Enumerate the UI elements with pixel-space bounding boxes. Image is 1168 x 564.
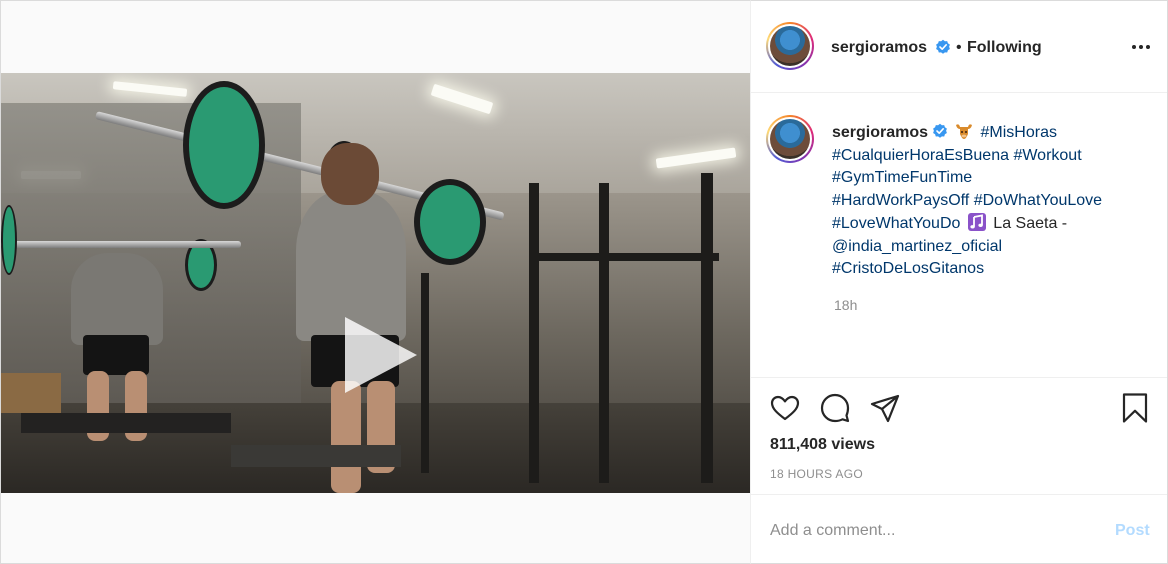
comment-box: Post: [751, 494, 1167, 564]
video-scene-plate: [183, 81, 265, 209]
video-scene-rack: [701, 173, 713, 483]
video-scene-rack: [529, 183, 539, 483]
hashtag-link[interactable]: #Workout: [1013, 147, 1081, 164]
paper-plane-icon[interactable]: [869, 392, 901, 424]
hashtag-link[interactable]: #DoWhatYouLove: [974, 192, 1102, 209]
video-scene-barbell: [1, 241, 241, 248]
heart-icon[interactable]: [769, 392, 801, 424]
hashtag-link[interactable]: #CristoDeLosGitanos: [832, 260, 984, 277]
verified-badge-icon: [933, 123, 947, 138]
video-scene-rack: [421, 273, 429, 473]
video-scene-reflection-torso: [71, 253, 163, 345]
video-scene-bench: [21, 413, 231, 433]
hashtag-link[interactable]: #GymTimeFunTime: [832, 169, 972, 186]
play-icon[interactable]: [337, 313, 421, 397]
video-scene-plate: [1, 205, 17, 275]
hashtag-link[interactable]: #CualquierHoraEsBuena: [832, 147, 1009, 164]
hashtag-link[interactable]: #HardWorkPaysOff: [832, 192, 969, 209]
avatar-image: [770, 26, 810, 66]
caption-username[interactable]: sergioramos: [832, 124, 928, 141]
media-container: [0, 0, 750, 564]
video-scene-rack: [529, 253, 719, 261]
view-count[interactable]: 811,408 views: [770, 436, 875, 454]
caption-timestamp[interactable]: 18h: [834, 297, 857, 313]
video-scene-athlete-leg: [331, 381, 361, 493]
comment-input[interactable]: [770, 519, 1090, 543]
header-separator: •: [956, 39, 962, 56]
video-scene-rack: [599, 183, 609, 483]
caption-avatar-image: [770, 119, 810, 159]
more-options-icon[interactable]: [1129, 37, 1153, 57]
verified-badge-icon: [936, 39, 950, 54]
hashtag-link[interactable]: #LoveWhatYouDo: [832, 215, 960, 232]
music-note-emoji-icon: [967, 212, 986, 231]
caption-avatar[interactable]: [766, 115, 814, 163]
caption-text: La Saeta -: [993, 214, 1068, 232]
post-date[interactable]: 18 HOURS AGO: [770, 467, 863, 481]
video-scene-bench: [1, 373, 61, 413]
following-button[interactable]: Following: [967, 39, 1042, 57]
avatar[interactable]: [766, 22, 814, 70]
post-comment-button[interactable]: Post: [1115, 522, 1150, 540]
post-side-panel: sergioramos • Following sergioramos #Mis…: [750, 0, 1168, 564]
post-header: sergioramos • Following: [751, 1, 1167, 93]
post-video[interactable]: [1, 73, 750, 493]
flexed-bull-emoji-icon: [956, 124, 973, 139]
video-scene-bench: [231, 445, 401, 467]
hashtag-link[interactable]: #MisHoras: [981, 124, 1057, 141]
mention-link[interactable]: @india_martinez_oficial: [832, 238, 1002, 255]
comment-icon[interactable]: [819, 392, 851, 424]
video-scene-reflection-shorts: [83, 335, 149, 375]
post-actions: 811,408 views 18 HOURS AGO: [751, 377, 1167, 493]
video-scene-athlete-head: [321, 143, 379, 205]
video-scene-plate: [414, 179, 486, 265]
header-username[interactable]: sergioramos: [831, 39, 927, 57]
bookmark-icon[interactable]: [1119, 392, 1151, 424]
post-caption: sergioramos #MisHoras #CualquierHoraEsBu…: [832, 122, 1132, 281]
caption-area: sergioramos #MisHoras #CualquierHoraEsBu…: [751, 94, 1167, 376]
